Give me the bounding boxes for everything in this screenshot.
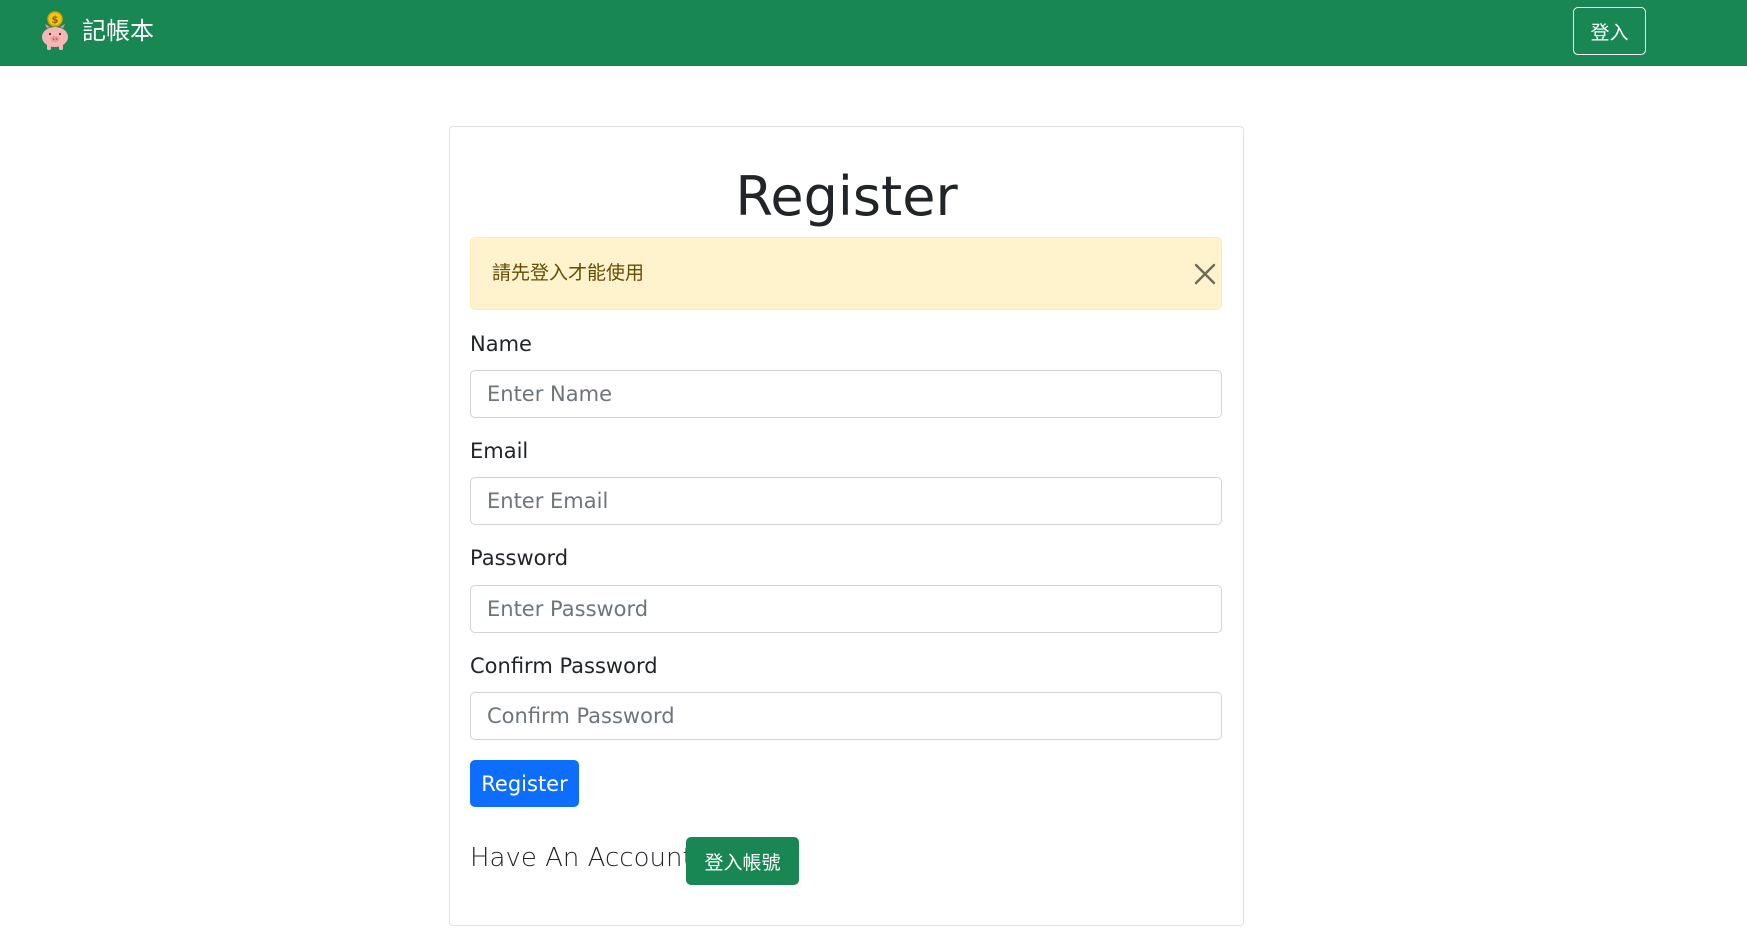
- have-account-text: Have An Account?: [470, 843, 707, 873]
- piggy-bank-icon: $: [42, 11, 68, 50]
- navbar: $ 記帳本 登入: [0, 0, 1747, 66]
- warning-alert: 請先登入才能使用: [470, 237, 1222, 310]
- password-label: Password: [470, 546, 569, 570]
- name-input[interactable]: [470, 370, 1222, 418]
- register-button[interactable]: Register: [470, 760, 579, 807]
- page-title: Register: [735, 165, 958, 228]
- brand-link[interactable]: $ 記帳本: [38, 10, 154, 52]
- email-input[interactable]: [470, 477, 1222, 525]
- password-input[interactable]: [470, 585, 1222, 633]
- email-label: Email: [470, 439, 529, 463]
- confirm-password-input[interactable]: [470, 692, 1222, 740]
- brand-text: 記帳本: [82, 17, 154, 45]
- svg-text:$: $: [52, 15, 59, 26]
- register-card: Register 請先登入才能使用 Name Email Password Co…: [449, 126, 1244, 926]
- nav-login-button[interactable]: 登入: [1573, 7, 1646, 55]
- confirm-password-label: Confirm Password: [470, 654, 658, 678]
- alert-message: 請先登入才能使用: [492, 262, 645, 284]
- login-account-button[interactable]: 登入帳號: [686, 837, 799, 885]
- close-icon[interactable]: [1193, 262, 1217, 286]
- name-label: Name: [470, 332, 532, 356]
